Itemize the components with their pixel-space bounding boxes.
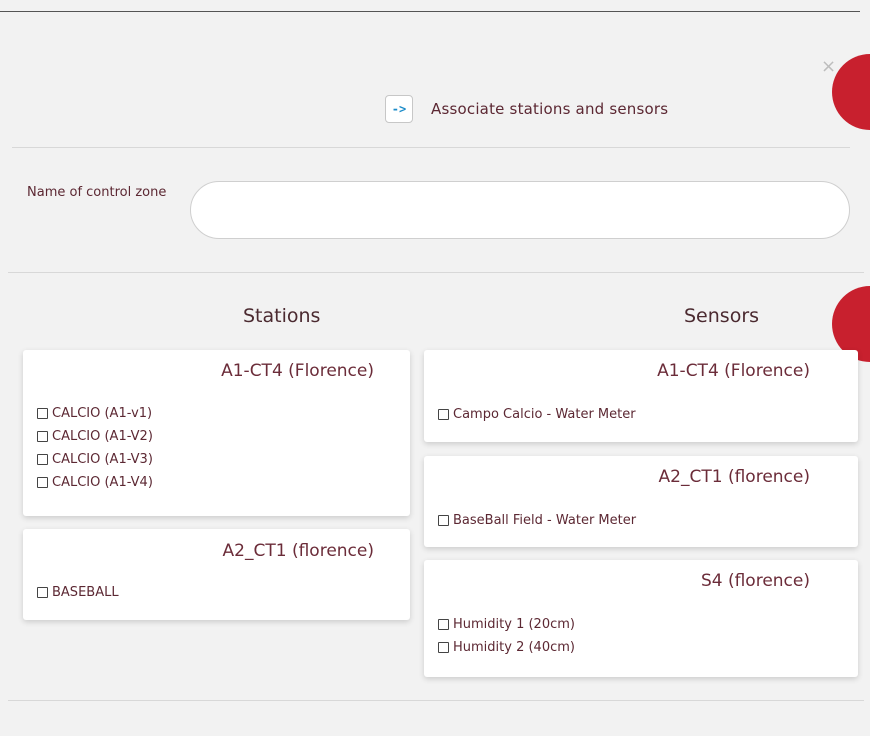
close-icon[interactable]: ×: [821, 58, 836, 76]
checkbox[interactable]: [37, 454, 48, 465]
station-group-card: A2_CT1 (florence) BASEBALL: [23, 529, 410, 620]
sensor-item[interactable]: BaseBall Field - Water Meter: [438, 509, 636, 532]
checkbox[interactable]: [37, 431, 48, 442]
top-divider: [0, 11, 860, 12]
divider: [8, 700, 864, 701]
sensor-group-title: A2_CT1 (florence): [658, 467, 810, 487]
sensor-item[interactable]: Campo Calcio - Water Meter: [438, 403, 636, 426]
sensor-group-card: A2_CT1 (florence) BaseBall Field - Water…: [424, 456, 858, 547]
checkbox[interactable]: [438, 642, 449, 653]
divider: [12, 147, 850, 148]
sensor-group-title: S4 (florence): [700, 571, 810, 591]
stations-heading: Stations: [243, 305, 321, 327]
checkbox[interactable]: [37, 408, 48, 419]
station-group-card: A1-CT4 (Florence) CALCIO (A1-v1) CALCIO …: [23, 350, 410, 516]
station-item[interactable]: CALCIO (A1-V3): [37, 448, 153, 471]
zone-name-label: Name of control zone: [27, 185, 167, 200]
checkbox[interactable]: [37, 477, 48, 488]
arrow-button[interactable]: ->: [385, 95, 413, 123]
divider: [8, 272, 864, 273]
station-group-title: A1-CT4 (Florence): [221, 361, 374, 381]
checkbox[interactable]: [438, 619, 449, 630]
sensor-group-card: A1-CT4 (Florence) Campo Calcio - Water M…: [424, 350, 858, 442]
checkbox[interactable]: [438, 409, 449, 420]
checkbox[interactable]: [438, 515, 449, 526]
checkbox[interactable]: [37, 587, 48, 598]
station-item[interactable]: BASEBALL: [37, 581, 119, 604]
station-item[interactable]: CALCIO (A1-V4): [37, 471, 153, 494]
dialog-title: Associate stations and sensors: [431, 100, 669, 118]
step-marker-dot: [832, 54, 870, 130]
associate-header: -> Associate stations and sensors: [385, 95, 668, 123]
station-item[interactable]: CALCIO (A1-v1): [37, 402, 153, 425]
station-item[interactable]: CALCIO (A1-V2): [37, 425, 153, 448]
sensor-group-card: S4 (florence) Humidity 1 (20cm) Humidity…: [424, 560, 858, 677]
sensor-item[interactable]: Humidity 1 (20cm): [438, 613, 575, 636]
sensor-item[interactable]: Humidity 2 (40cm): [438, 636, 575, 659]
sensors-heading: Sensors: [684, 305, 760, 327]
sensor-group-title: A1-CT4 (Florence): [657, 361, 810, 381]
station-group-title: A2_CT1 (florence): [222, 541, 374, 561]
zone-name-input[interactable]: [190, 181, 850, 239]
